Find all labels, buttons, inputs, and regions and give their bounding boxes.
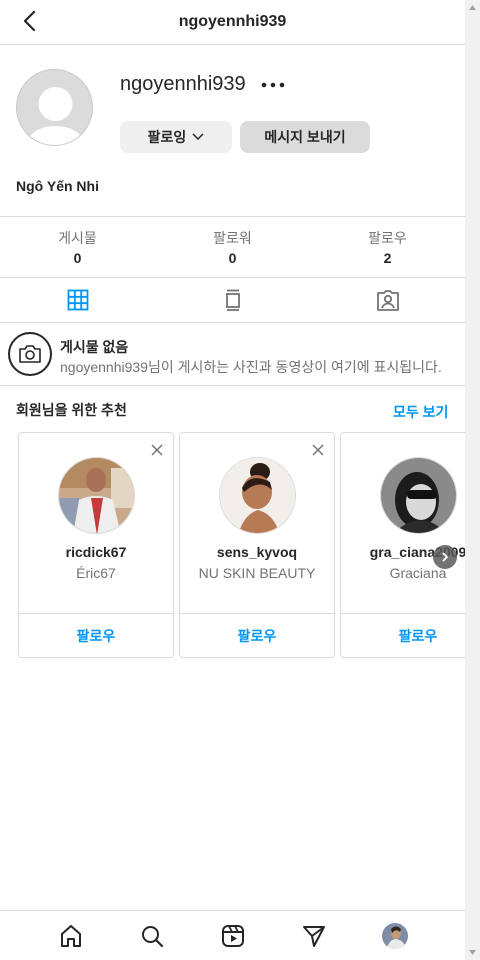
chevron-left-icon: [23, 10, 36, 32]
triangle-down-icon: [469, 950, 476, 955]
nav-reels[interactable]: [218, 921, 248, 951]
empty-posts: 게시물 없음 ngoyennhi939님이 게시하는 사진과 동영상이 여기에 …: [0, 323, 465, 386]
suggestion-card: sens_kyvoq NU SKIN BEAUTY 팔로우: [179, 432, 335, 658]
profile-tabs: [0, 278, 465, 323]
close-icon: [151, 444, 163, 456]
stat-value: 2: [383, 250, 392, 266]
tab-posts[interactable]: [0, 278, 155, 322]
scroll-up-arrow[interactable]: [465, 0, 480, 15]
suggestion-username[interactable]: ricdick67: [19, 544, 173, 560]
scroll-down-arrow[interactable]: [465, 945, 480, 960]
dismiss-button[interactable]: [149, 442, 165, 458]
stat-following[interactable]: 팔로우 2: [310, 217, 465, 277]
suggestion-username[interactable]: sens_kyvoq: [180, 544, 334, 560]
stat-posts: 게시물 0: [0, 217, 155, 277]
close-icon: [312, 444, 324, 456]
suggestion-subtitle: NU SKIN BEAUTY: [198, 565, 316, 581]
suggestion-avatar[interactable]: [380, 457, 457, 534]
top-bar: ngoyennhi939: [0, 0, 465, 45]
more-horizontal-icon: [261, 82, 285, 88]
profile-page: ngoyennhi939 ngoyennhi939 팔로잉 메시지 보내기 Ng…: [0, 0, 465, 960]
stat-label: 팔로워: [213, 230, 252, 246]
profile-full-name: Ngô Yến Nhi: [16, 178, 99, 194]
stat-value: 0: [73, 250, 82, 266]
page-title: ngoyennhi939: [178, 13, 287, 30]
next-suggestions-button[interactable]: [433, 545, 457, 569]
suggestion-card: ricdick67 Éric67 팔로우: [18, 432, 174, 658]
default-avatar-icon: [17, 70, 92, 145]
follow-button[interactable]: 팔로우: [180, 613, 334, 657]
profile-avatar: [381, 922, 408, 949]
see-all-link[interactable]: 모두 보기: [393, 402, 448, 422]
arrow-right-icon: [442, 552, 449, 562]
page-scrollbar[interactable]: [465, 0, 480, 960]
empty-subtitle: ngoyennhi939님이 게시하는 사진과 동영상이 여기에 표시됩니다.: [60, 359, 442, 375]
nav-home[interactable]: [56, 921, 86, 951]
following-label: 팔로잉: [147, 129, 187, 145]
camera-icon: [8, 332, 52, 376]
suggestion-subtitle: Éric67: [76, 565, 116, 581]
home-icon: [60, 924, 81, 947]
feed-icon: [225, 289, 240, 311]
profile-username: ngoyennhi939: [120, 73, 246, 95]
message-button[interactable]: 메시지 보내기: [240, 121, 370, 153]
dismiss-button[interactable]: [310, 442, 326, 458]
follow-button[interactable]: 팔로우: [341, 613, 465, 657]
tab-tagged[interactable]: [310, 278, 465, 322]
tab-reels[interactable]: [155, 278, 310, 322]
bottom-nav: [0, 910, 465, 960]
stat-value: 0: [228, 250, 237, 266]
empty-title: 게시물 없음: [60, 339, 129, 355]
chevron-down-icon: [192, 133, 204, 141]
follow-button[interactable]: 팔로우: [19, 613, 173, 657]
suggestion-avatar[interactable]: [219, 457, 296, 534]
stat-label: 팔로우: [368, 230, 407, 246]
stat-followers[interactable]: 팔로워 0: [155, 217, 310, 277]
direct-icon: [302, 925, 325, 947]
triangle-up-icon: [469, 5, 476, 10]
nav-search[interactable]: [137, 921, 167, 951]
suggestion-avatar[interactable]: [58, 457, 135, 534]
search-icon: [141, 925, 163, 947]
suggestions-title: 회원님을 위한 추천: [16, 402, 127, 418]
tagged-icon: [376, 290, 399, 311]
profile-stats: 게시물 0 팔로워 0 팔로우 2: [0, 216, 465, 278]
avatar[interactable]: [16, 69, 93, 146]
back-button[interactable]: [16, 8, 42, 34]
more-options-button[interactable]: [258, 76, 288, 94]
following-button[interactable]: 팔로잉: [120, 121, 232, 153]
nav-profile[interactable]: [380, 921, 410, 951]
reels-icon: [221, 924, 244, 947]
nav-direct[interactable]: [299, 921, 329, 951]
stat-label: 게시물: [58, 230, 97, 246]
grid-icon: [67, 289, 88, 311]
